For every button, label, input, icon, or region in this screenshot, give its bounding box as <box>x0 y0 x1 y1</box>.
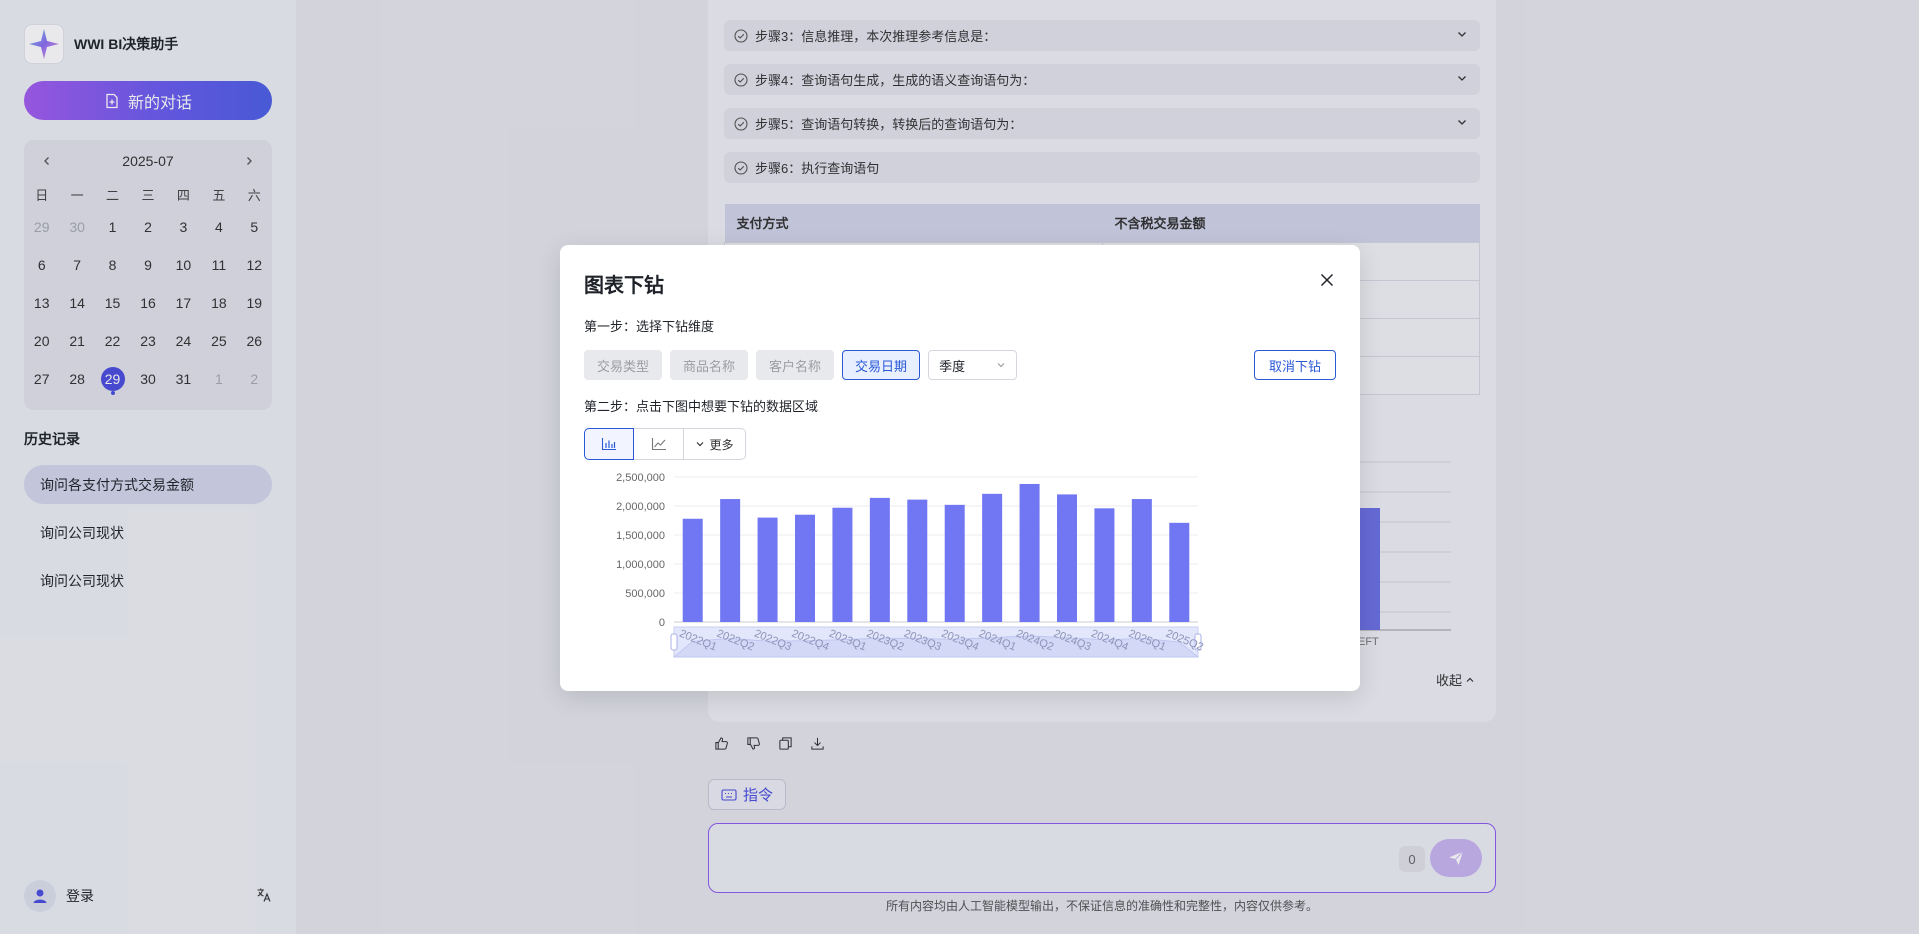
bar-2024Q4[interactable] <box>1094 508 1115 622</box>
close-icon[interactable] <box>1318 271 1336 289</box>
modal-title: 图表下钻 <box>584 275 664 297</box>
chevron-down-icon <box>697 442 704 447</box>
line-chart-icon[interactable] <box>634 428 684 460</box>
bar-2024Q2[interactable] <box>1019 483 1040 622</box>
bar-2022Q3[interactable] <box>757 517 778 622</box>
dimension-option[interactable]: 交易类型 <box>584 350 663 380</box>
y-tick-label: 2,000,000 <box>616 501 665 513</box>
granularity-select[interactable]: 季度 <box>928 350 1018 380</box>
bar-2022Q4[interactable] <box>795 514 815 622</box>
chart-type-switcher: 更多 <box>584 428 746 460</box>
drilldown-modal: 图表下钻 第一步：选择下钻维度 交易类型 商品名称 客户名称 交易日期 季度 取… <box>560 245 1360 691</box>
bar-chart-icon[interactable] <box>584 428 634 460</box>
more-chart-types-button[interactable]: 更多 <box>684 428 746 460</box>
dimension-option[interactable]: 商品名称 <box>670 350 749 380</box>
cancel-drilldown-button[interactable]: 取消下钻 <box>1254 350 1336 380</box>
y-tick-label: 2,500,000 <box>616 472 665 484</box>
dimension-option[interactable]: 客户名称 <box>756 350 835 380</box>
drilldown-bar-chart[interactable]: 0 500,000 1,000,000 1,500,000 2,000,000 2,500… <box>584 467 1204 687</box>
step2-label: 第二步：点击下图中想要下钻的数据区域 <box>584 399 819 414</box>
zoom-handle-left[interactable] <box>670 633 678 651</box>
bar-2024Q1[interactable] <box>982 493 1003 622</box>
bar-2025Q2[interactable] <box>1169 522 1190 622</box>
y-tick-label: 1,000,000 <box>616 559 665 571</box>
dimension-options: 交易类型 商品名称 客户名称 交易日期 季度 <box>584 350 1018 380</box>
y-tick-label: 500,000 <box>625 588 665 600</box>
y-tick-label: 1,500,000 <box>616 530 665 542</box>
dimension-option-active[interactable]: 交易日期 <box>842 350 921 380</box>
bar-2022Q1[interactable] <box>682 518 703 622</box>
more-label: 更多 <box>709 437 734 452</box>
bar-2023Q4[interactable] <box>944 504 965 622</box>
bar-2023Q3[interactable] <box>907 499 928 622</box>
chevron-down-icon <box>997 363 1005 368</box>
granularity-value: 季度 <box>939 358 966 374</box>
step1-label: 第一步：选择下钻维度 <box>584 319 715 334</box>
y-tick-label: 0 <box>659 617 665 629</box>
bar-2023Q1[interactable] <box>832 507 853 622</box>
bar-2025Q1[interactable] <box>1131 499 1152 622</box>
bar-2022Q2[interactable] <box>720 499 741 622</box>
bar-2024Q3[interactable] <box>1057 494 1077 622</box>
bar-2023Q2[interactable] <box>869 497 890 622</box>
